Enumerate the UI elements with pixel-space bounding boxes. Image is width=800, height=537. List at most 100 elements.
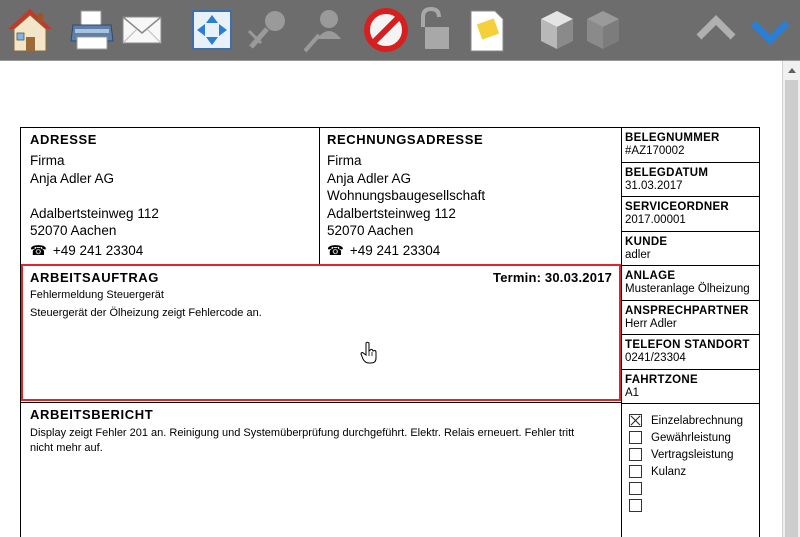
unlink-pin-icon <box>247 11 285 49</box>
service-order-form: ADRESSE Firma Anja Adler AG Adalbertstei… <box>20 127 760 537</box>
phone-icon: ☎ <box>327 242 344 258</box>
work-order-title: ARBEITSAUFTRAG <box>30 270 160 285</box>
billing-phone[interactable]: ☎ +49 241 23304 <box>327 243 614 259</box>
sidebar-field[interactable]: TELEFON STANDORT 0241/23304 <box>622 335 760 370</box>
cancel-button[interactable] <box>360 4 412 56</box>
billing-address-section: RECHNUNGSADRESSE Firma Anja Adler AG Woh… <box>320 128 622 266</box>
sidebar-field-label: ANSPRECHPARTNER <box>625 304 749 317</box>
chevron-up-icon <box>696 15 736 40</box>
billing-option-checkbox[interactable] <box>629 482 642 495</box>
work-order-line-1: Fehlermeldung Steuergerät <box>30 289 164 301</box>
billing-option-checkbox[interactable] <box>629 499 642 512</box>
billing-option-checkbox[interactable] <box>629 448 642 461</box>
sidebar-field-value: A1 <box>625 386 640 399</box>
billing-option-checkbox[interactable] <box>629 465 642 478</box>
address-title: ADRESSE <box>30 132 98 147</box>
phone-icon: ☎ <box>30 242 47 258</box>
previous-button[interactable] <box>690 4 742 56</box>
vertical-scrollbar[interactable] <box>782 61 800 537</box>
billing-street: Adalbertsteinweg 112 <box>327 205 456 221</box>
billing-city: 52070 Aachen <box>327 223 414 238</box>
billing-options: Einzelabrechnung Gewährleistung Vertragsle… <box>622 405 760 537</box>
billing-option[interactable] <box>629 497 651 514</box>
sidebar-field-value: Musteranlage Ölheizung <box>625 283 750 295</box>
sidebar-field[interactable]: ANLAGE Musteranlage Ölheizung <box>622 266 760 301</box>
sidebar-field-value: 0241/23304 <box>625 352 686 364</box>
billing-address-title: RECHNUNGSADRESSE <box>327 132 484 147</box>
sidebar-field[interactable]: BELEGDATUM 31.03.2017 <box>622 163 760 197</box>
billing-option[interactable]: Einzelabrechnung <box>629 412 743 429</box>
billing-option-checkbox[interactable] <box>629 431 642 444</box>
printer-icon <box>70 10 114 50</box>
expand-arrows-icon <box>192 10 232 50</box>
work-report-text: Display zeigt Fehler 201 an. Reinigung u… <box>30 427 575 454</box>
sidebar-field-label: ANLAGE <box>625 270 676 282</box>
cube-faded-icon <box>587 11 619 49</box>
unlock-button[interactable] <box>410 4 462 56</box>
unlink-button[interactable] <box>242 4 294 56</box>
cube-disabled-button[interactable] <box>576 4 628 56</box>
sidebar-field-label: BELEGNUMMER <box>625 132 720 144</box>
chevron-down-icon <box>750 20 790 45</box>
house-icon <box>8 9 52 52</box>
sidebar-field[interactable]: FAHRTZONE A1 <box>622 370 760 404</box>
hand-pointer-icon <box>360 341 377 364</box>
next-button[interactable] <box>744 4 796 56</box>
scroll-up-arrow[interactable] <box>783 61 800 79</box>
mail-button[interactable] <box>116 4 168 56</box>
billing-option[interactable]: Kulanz <box>629 463 686 480</box>
billing-option-label: Kulanz <box>651 465 687 478</box>
address-street: Adalbertsteinweg 112 <box>30 205 159 221</box>
address-city: 52070 Aachen <box>30 223 117 238</box>
sticky-note-icon <box>470 10 504 52</box>
cube-button[interactable] <box>530 4 582 56</box>
sidebar-field[interactable]: BELEGNUMMER #AZ170002 <box>622 128 760 163</box>
print-button[interactable] <box>66 4 118 56</box>
sidebar-field-value: #AZ170002 <box>625 145 685 157</box>
address-line-3 <box>30 187 310 205</box>
work-report-section[interactable]: ARBEITSBERICHT Display zeigt Fehler 201 … <box>21 403 622 537</box>
sidebar-field[interactable]: SERVICEORDNER 2017.00001 <box>622 197 760 232</box>
address-line-1: Firma <box>30 153 65 168</box>
sidebar-field-value: Herr Adler <box>625 317 677 330</box>
sidebar-field-label: BELEGDATUM <box>625 166 709 179</box>
work-report-title: ARBEITSBERICHT <box>30 407 154 422</box>
note-button[interactable] <box>460 4 512 56</box>
work-order-deadline: Termin: 30.03.2017 <box>493 270 612 285</box>
sidebar-field-label: KUNDE <box>625 235 668 248</box>
sidebar-field-value: 2017.00001 <box>625 214 686 226</box>
billing-option[interactable]: Gewährleistung <box>629 429 731 446</box>
padlock-open-icon <box>421 6 449 49</box>
envelope-icon <box>122 16 162 44</box>
address-line-2: Anja Adler AG <box>30 170 115 186</box>
pin-person-icon <box>303 10 341 53</box>
prohibited-icon <box>364 8 408 52</box>
sidebar-field[interactable]: KUNDE adler <box>622 232 760 266</box>
billing-option-label: Gewährleistung <box>651 431 731 444</box>
billing-option-checkbox[interactable] <box>629 414 642 427</box>
billing-option[interactable] <box>629 480 651 497</box>
sidebar-field-label: FAHRTZONE <box>625 373 698 386</box>
cube-icon <box>541 11 573 49</box>
billing-option-label: Vertragsleistung <box>651 448 734 461</box>
billing-line-3: Wohnungsbaugesellschaft <box>327 188 486 203</box>
work-order-section[interactable]: ARBEITSAUFTRAG Termin: 30.03.2017 Fehler… <box>21 266 622 403</box>
sidebar-field-value: adler <box>625 248 651 261</box>
toolbar <box>0 0 800 60</box>
hand-cursor <box>360 341 378 370</box>
sidebar-field-value: 31.03.2017 <box>625 179 683 192</box>
sidebar-field[interactable]: ANSPRECHPARTNER Herr Adler <box>622 301 760 335</box>
sidebar-field-label: TELEFON STANDORT <box>625 339 750 351</box>
billing-option[interactable]: Vertragsleistung <box>629 446 733 463</box>
work-order-line-2: Steuergerät der Ölheizung zeigt Fehlerco… <box>30 307 262 319</box>
home-button[interactable] <box>4 4 56 56</box>
address-section: ADRESSE Firma Anja Adler AG Adalbertstei… <box>21 128 320 266</box>
billing-line-2: Anja Adler AG <box>327 170 412 186</box>
address-phone[interactable]: ☎ +49 241 23304 <box>30 243 310 259</box>
billing-phone-number: +49 241 23304 <box>349 243 441 258</box>
fit-button[interactable] <box>186 4 238 56</box>
scroll-thumb[interactable] <box>785 80 798 537</box>
document-viewport[interactable]: ADRESSE Firma Anja Adler AG Adalbertstei… <box>0 60 800 537</box>
user-pin-button[interactable] <box>298 4 350 56</box>
address-phone-number: +49 241 23304 <box>52 243 144 258</box>
